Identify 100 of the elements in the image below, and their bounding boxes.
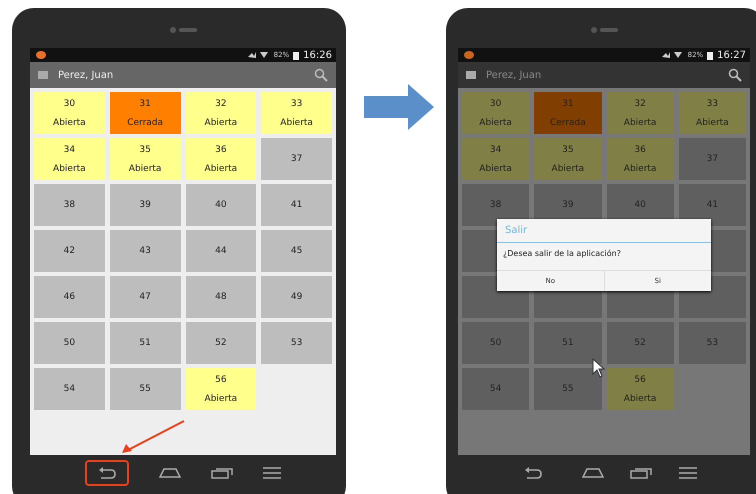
seat-tile[interactable]: 55 bbox=[110, 368, 180, 410]
tile-status: Cerrada bbox=[550, 118, 586, 128]
home-icon[interactable] bbox=[159, 468, 181, 478]
tile-status: Abierta bbox=[479, 164, 512, 174]
seat-tile[interactable]: 35 Abierta bbox=[110, 138, 180, 180]
tile-status: Abierta bbox=[624, 394, 656, 404]
seat-tile[interactable]: 37 bbox=[261, 138, 332, 180]
recent-apps-icon[interactable] bbox=[630, 467, 652, 479]
seat-tile[interactable]: 50 bbox=[34, 322, 105, 364]
seat-tile[interactable]: 30 Abierta bbox=[462, 92, 530, 134]
tile-number: 34 bbox=[64, 144, 76, 154]
tile-status: Abierta bbox=[624, 118, 656, 128]
tile-status: Cerrada bbox=[127, 118, 164, 128]
seat-tile[interactable]: 48 bbox=[186, 276, 256, 318]
seat-tile[interactable]: 36 Abierta bbox=[606, 138, 674, 180]
seat-tile[interactable]: 40 bbox=[186, 184, 256, 226]
seat-tile[interactable]: 53 bbox=[261, 322, 332, 364]
tile-number: 53 bbox=[290, 338, 302, 348]
tile-number: 49 bbox=[290, 292, 302, 302]
battery-icon bbox=[293, 50, 300, 60]
tile-status: Abierta bbox=[53, 118, 86, 128]
camera-earpiece-icon bbox=[590, 26, 618, 34]
clock: 16:26 bbox=[303, 50, 332, 60]
tile-number: 30 bbox=[64, 98, 76, 108]
seat-tile[interactable]: 54 bbox=[34, 368, 105, 410]
tile-number: 54 bbox=[64, 384, 76, 394]
seat-tile[interactable]: 35 Abierta bbox=[534, 138, 602, 180]
seat-tile[interactable]: 42 bbox=[34, 230, 105, 272]
tile-number: 34 bbox=[490, 144, 502, 154]
tile-number: 54 bbox=[490, 384, 502, 394]
tile-number: 41 bbox=[706, 200, 718, 210]
tile-number: 51 bbox=[139, 338, 151, 348]
tile-number: 44 bbox=[215, 246, 227, 256]
tile-number: 37 bbox=[706, 154, 718, 164]
seat-tile[interactable]: 51 bbox=[110, 322, 180, 364]
tile-number: 38 bbox=[64, 200, 76, 210]
seat-tile[interactable]: 44 bbox=[186, 230, 256, 272]
tile-number: 37 bbox=[290, 154, 302, 164]
signal-wifi-icon bbox=[248, 51, 270, 59]
tile-number: 56 bbox=[634, 374, 646, 384]
seat-tile[interactable]: 47 bbox=[110, 276, 180, 318]
tile-status: Abierta bbox=[696, 118, 729, 128]
app-title: Perez, Juan bbox=[486, 70, 542, 80]
app-icon bbox=[464, 51, 474, 59]
tile-number: 32 bbox=[215, 98, 227, 108]
seat-tile[interactable]: 32 Abierta bbox=[606, 92, 674, 134]
tile-number: 36 bbox=[634, 144, 646, 154]
tile-number: 31 bbox=[139, 98, 151, 108]
seat-tile[interactable]: 31 Cerrada bbox=[110, 92, 180, 134]
tile-status: Abierta bbox=[552, 164, 584, 174]
tile-number: 51 bbox=[562, 338, 574, 348]
battery-icon bbox=[707, 50, 714, 60]
seat-tile[interactable]: 45 bbox=[261, 230, 332, 272]
seat-tile[interactable]: 34 Abierta bbox=[34, 138, 105, 180]
tile-number: 33 bbox=[706, 98, 718, 108]
seat-tile[interactable]: 34 Abierta bbox=[462, 138, 530, 180]
back-button[interactable] bbox=[85, 460, 129, 486]
seat-tile[interactable]: 49 bbox=[261, 276, 332, 318]
seat-tile[interactable]: 32 Abierta bbox=[186, 92, 256, 134]
tile-status: Abierta bbox=[128, 164, 162, 174]
back-icon[interactable] bbox=[98, 467, 116, 479]
tile-number: 38 bbox=[490, 200, 502, 210]
dialog-message: ¿Desea salir de la aplicación? bbox=[502, 248, 622, 260]
tile-number: 35 bbox=[562, 144, 574, 154]
search-icon[interactable] bbox=[728, 68, 742, 82]
recent-apps-icon[interactable] bbox=[211, 467, 233, 479]
tile-number: 47 bbox=[139, 292, 151, 302]
tile-number: 41 bbox=[290, 200, 302, 210]
tile-status: Abierta bbox=[53, 164, 86, 174]
pointer-arrow-icon bbox=[120, 420, 186, 454]
mouse-pointer-icon bbox=[592, 358, 606, 378]
seat-tile[interactable]: 38 bbox=[34, 184, 105, 226]
tile-number: 43 bbox=[139, 246, 151, 256]
seat-tile[interactable]: 39 bbox=[110, 184, 180, 226]
tile-number: 50 bbox=[64, 338, 76, 348]
dialog-title: Salir bbox=[497, 219, 711, 243]
tile-number: 36 bbox=[215, 144, 227, 154]
home-icon[interactable] bbox=[582, 468, 604, 478]
app-title: Perez, Juan bbox=[58, 70, 114, 80]
camera-earpiece-icon bbox=[169, 26, 197, 34]
tile-status: Abierta bbox=[280, 118, 313, 128]
seat-tile[interactable]: 43 bbox=[110, 230, 180, 272]
seat-tile[interactable]: 36 Abierta bbox=[186, 138, 256, 180]
tile-number: 55 bbox=[139, 384, 151, 394]
seat-tile[interactable]: 33 Abierta bbox=[678, 92, 746, 134]
back-icon[interactable] bbox=[524, 467, 542, 479]
tile-number: 35 bbox=[139, 144, 151, 154]
seat-tile[interactable]: 56 Abierta bbox=[186, 368, 256, 410]
app-icon bbox=[36, 51, 46, 59]
clock: 16:27 bbox=[717, 50, 746, 60]
seat-tile[interactable]: 33 Abierta bbox=[261, 92, 332, 134]
tile-status: Abierta bbox=[479, 118, 512, 128]
seat-tile[interactable]: 52 bbox=[186, 322, 256, 364]
seat-tile[interactable]: 56 Abierta bbox=[606, 368, 674, 410]
tile-number: 45 bbox=[290, 246, 302, 256]
seat-tile[interactable]: 41 bbox=[261, 184, 332, 226]
seat-tile[interactable]: 46 bbox=[34, 276, 105, 318]
seat-tile[interactable]: 30 Abierta bbox=[34, 92, 105, 134]
transition-arrow-icon bbox=[364, 84, 434, 130]
search-icon[interactable] bbox=[314, 68, 328, 82]
